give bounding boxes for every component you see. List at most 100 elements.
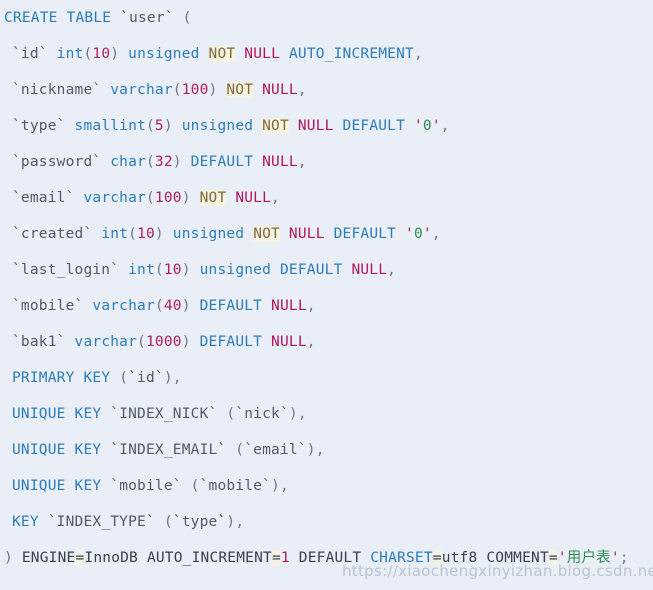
token: 10 xyxy=(163,262,182,278)
token: 0 xyxy=(413,226,423,242)
token: , xyxy=(431,226,441,242)
token: ) xyxy=(163,370,173,386)
line-col-bak1: `bak1` varchar(1000) DEFAULT NULL, xyxy=(0,324,653,360)
token: NOT xyxy=(262,118,289,134)
token: ) xyxy=(288,406,298,422)
token: , xyxy=(306,298,316,314)
token: unsigned xyxy=(181,118,254,134)
token: , xyxy=(271,190,280,206)
token: DEFAULT xyxy=(298,550,362,566)
token: NULL xyxy=(351,262,388,278)
token: ( xyxy=(145,190,155,206)
token: `INDEX_EMAIL` xyxy=(110,442,227,458)
token: int xyxy=(101,226,129,242)
token: `mobile` xyxy=(199,478,272,494)
token: ( xyxy=(128,226,138,242)
token: ( xyxy=(145,154,155,170)
line-primary-key: PRIMARY KEY (`id`), xyxy=(0,360,653,396)
token: `type` xyxy=(12,118,66,134)
token: ( xyxy=(163,514,173,530)
token: NULL xyxy=(235,190,272,206)
token: `last_login` xyxy=(12,262,120,278)
token: ' xyxy=(557,550,567,566)
token: KEY xyxy=(74,478,102,494)
token: DEFAULT xyxy=(342,118,406,134)
token: CREATE xyxy=(4,10,58,26)
token: ( xyxy=(137,334,146,350)
token: ) xyxy=(110,46,120,62)
token: = xyxy=(548,550,558,566)
token: `id` xyxy=(128,370,164,386)
token: DEFAULT xyxy=(190,154,254,170)
token: 5 xyxy=(154,118,164,134)
token: `id` xyxy=(12,46,48,62)
token: NULL xyxy=(262,82,298,98)
token: , xyxy=(297,82,307,98)
token: ) xyxy=(181,334,191,350)
token: `nickname` xyxy=(12,82,102,98)
token: ( xyxy=(145,118,155,134)
token: , xyxy=(413,46,423,62)
token: ( xyxy=(154,298,164,314)
token: ( xyxy=(190,478,200,494)
token: 32 xyxy=(154,154,173,170)
token: COMMENT xyxy=(486,550,549,566)
token: NULL xyxy=(271,298,307,314)
token: NOT xyxy=(226,82,254,98)
token: PRIMARY xyxy=(12,370,75,386)
line-col-email: `email` varchar(100) NOT NULL, xyxy=(0,180,653,216)
token: 1000 xyxy=(145,334,182,350)
token: ) xyxy=(306,442,316,458)
token: ) xyxy=(271,478,280,494)
token: ) xyxy=(226,514,236,530)
token: = xyxy=(432,550,442,566)
token: DEFAULT xyxy=(333,226,397,242)
token: unsigned xyxy=(128,46,200,62)
token: unsigned xyxy=(172,226,245,242)
token: KEY xyxy=(74,406,102,422)
token: NULL xyxy=(262,154,298,170)
token: , xyxy=(440,118,450,134)
token: ' xyxy=(413,118,423,134)
token: int xyxy=(128,262,155,278)
token: `INDEX_TYPE` xyxy=(47,514,155,530)
token: AUTO_INCREMENT xyxy=(146,550,272,566)
line-unique-key-index-email: UNIQUE KEY `INDEX_EMAIL` (`email`), xyxy=(0,432,653,468)
token: `email` xyxy=(12,190,75,206)
token: ) xyxy=(154,226,164,242)
token: ) xyxy=(181,190,191,206)
token: `bak1` xyxy=(12,334,66,350)
token: ) xyxy=(172,154,182,170)
token: 100 xyxy=(181,82,209,98)
token: varchar xyxy=(74,334,138,350)
token: smallint xyxy=(74,118,146,134)
token: NOT xyxy=(253,226,280,242)
line-col-last-login: `last_login` int(10) unsigned DEFAULT NU… xyxy=(0,252,653,288)
sql-code-block: CREATE TABLE `user` (`id` int(10) unsign… xyxy=(0,0,653,590)
token: unsigned xyxy=(199,262,272,278)
token: `email` xyxy=(244,442,307,458)
